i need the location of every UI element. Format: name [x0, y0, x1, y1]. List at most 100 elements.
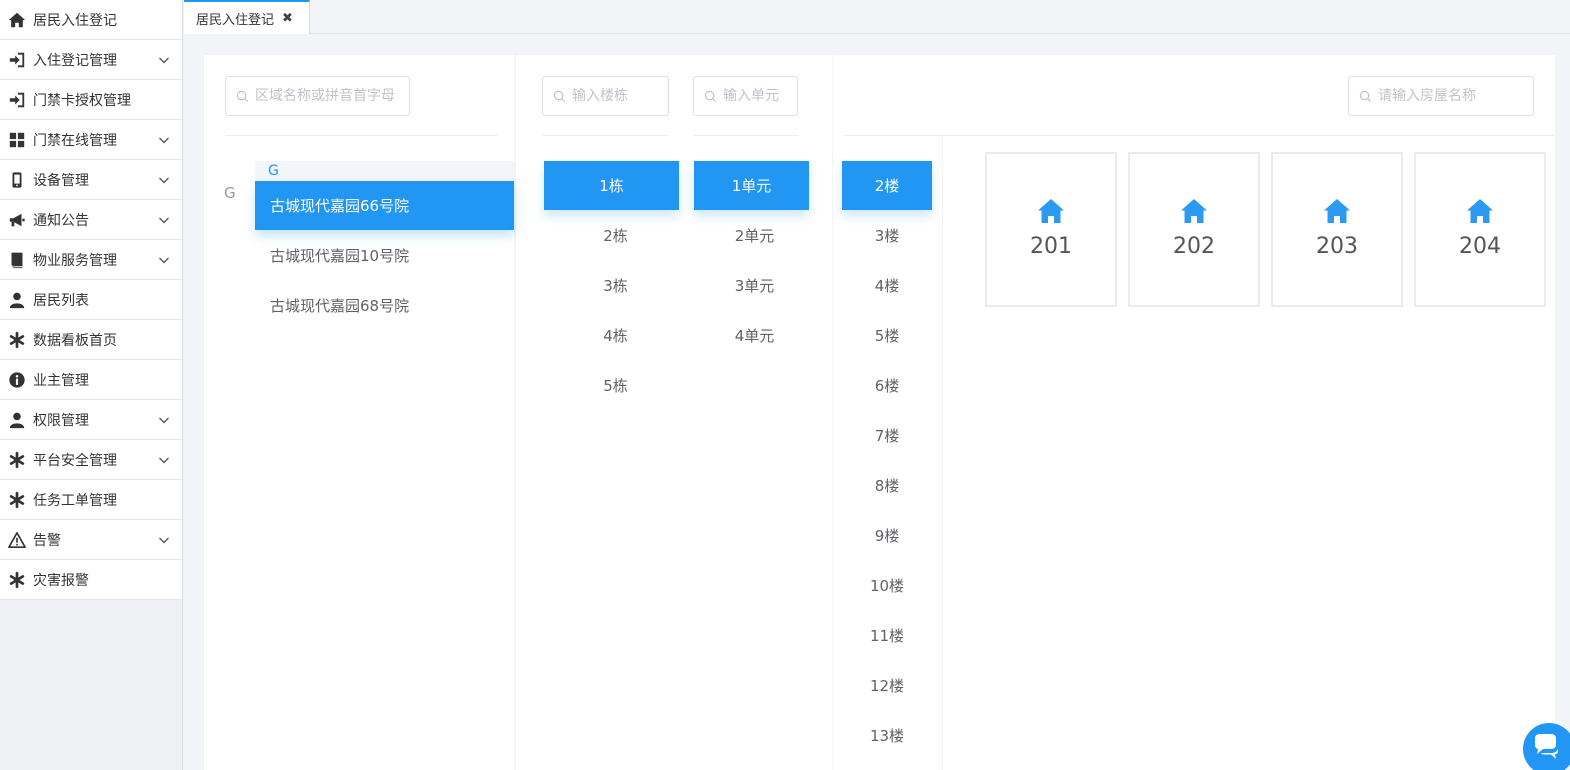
floor-item[interactable]: 6楼	[842, 361, 932, 410]
floor-item[interactable]: 13楼	[842, 711, 932, 760]
sidebar-item-label: 通知公告	[33, 212, 89, 229]
chat-button[interactable]	[1523, 723, 1570, 770]
unit-item[interactable]: 4单元	[694, 311, 815, 360]
floor-item[interactable]: 9楼	[842, 511, 932, 560]
chevron-down-icon	[159, 57, 169, 63]
sidebar-item-alarm[interactable]: 告警	[0, 520, 182, 560]
sidebar-item-owner[interactable]: 业主管理	[0, 360, 182, 400]
unit-item-selected[interactable]: 1单元	[694, 161, 809, 210]
sidebar-item-label: 物业服务管理	[33, 252, 117, 269]
sidebar-item-label: 数据看板首页	[33, 332, 117, 349]
sidebar-item-label: 任务工单管理	[33, 492, 117, 509]
area-group-header: G	[255, 161, 514, 181]
floor-item[interactable]: 4楼	[842, 261, 932, 310]
room-card[interactable]: 201	[985, 152, 1117, 307]
sidebar-item-property-service[interactable]: 物业服务管理	[0, 240, 182, 280]
tab-bar: 居民入住登记 ✖	[184, 0, 1570, 34]
sidebar-item-label: 门禁在线管理	[33, 132, 117, 149]
chevron-down-icon	[159, 177, 169, 183]
asterisk-icon	[7, 570, 27, 590]
room-card[interactable]: 202	[1128, 152, 1260, 307]
bullhorn-icon	[7, 210, 27, 230]
sidebar-item-disaster-alarm[interactable]: 灾害报警	[0, 560, 182, 600]
floor-item[interactable]: 5楼	[842, 311, 932, 360]
building-search-field[interactable]	[572, 88, 668, 104]
room-search-field[interactable]	[1378, 88, 1533, 104]
sign-in-icon	[7, 50, 27, 70]
tab-label: 居民入住登记	[196, 12, 275, 28]
room-number: 201	[1030, 234, 1072, 259]
sidebar-item-device[interactable]: 设备管理	[0, 160, 182, 200]
chevron-down-icon	[159, 137, 169, 143]
sidebar-item-access-online[interactable]: 门禁在线管理	[0, 120, 182, 160]
unit-item[interactable]: 2单元	[694, 211, 815, 260]
sidebar-item-notice[interactable]: 通知公告	[0, 200, 182, 240]
sidebar-item-label: 告警	[33, 532, 61, 549]
tab-resident-checkin[interactable]: 居民入住登记 ✖	[184, 0, 310, 34]
sidebar-item-label: 设备管理	[33, 172, 89, 189]
room-card[interactable]: 204	[1414, 152, 1546, 307]
area-item[interactable]: 古城现代嘉园68号院	[255, 281, 514, 330]
house-icon	[1038, 199, 1064, 223]
building-item[interactable]: 2栋	[544, 211, 687, 260]
grid-icon	[7, 130, 27, 150]
chat-icon	[1535, 734, 1558, 759]
chevron-down-icon	[159, 257, 169, 263]
sidebar-item-permission[interactable]: 权限管理	[0, 400, 182, 440]
floor-item[interactable]: 11楼	[842, 611, 932, 660]
building-item-selected[interactable]: 1栋	[544, 161, 679, 210]
area-divider	[225, 135, 498, 136]
floor-item[interactable]: 10楼	[842, 561, 932, 610]
sidebar-item-checkin-management[interactable]: 入住登记管理	[0, 40, 182, 80]
floor-item[interactable]: 12楼	[842, 661, 932, 710]
unit-search-input[interactable]	[693, 76, 798, 116]
house-icon	[1181, 199, 1207, 223]
building-item[interactable]: 4栋	[544, 311, 687, 360]
asterisk-icon	[7, 490, 27, 510]
sidebar-item-label: 入住登记管理	[33, 52, 117, 69]
user-icon	[7, 410, 27, 430]
sidebar-item-label: 平台安全管理	[33, 452, 117, 469]
sidebar-item-label: 权限管理	[33, 412, 89, 429]
house-icon	[1324, 199, 1350, 223]
sidebar-item-resident-checkin[interactable]: 居民入住登记	[0, 0, 182, 40]
floor-item[interactable]: 3楼	[842, 211, 932, 260]
chevron-down-icon	[159, 457, 169, 463]
room-card[interactable]: 203	[1271, 152, 1403, 307]
search-icon	[236, 90, 249, 102]
building-item[interactable]: 3栋	[544, 261, 687, 310]
sidebar-item-resident-list[interactable]: 居民列表	[0, 280, 182, 320]
house-icon	[1467, 199, 1493, 223]
sidebar-item-access-card[interactable]: 门禁卡授权管理	[0, 80, 182, 120]
asterisk-icon	[7, 330, 27, 350]
room-number: 203	[1316, 234, 1358, 259]
area-index-letter[interactable]: G	[224, 184, 236, 202]
asterisk-icon	[7, 450, 27, 470]
floor-item-selected[interactable]: 2楼	[842, 161, 932, 210]
area-search-input[interactable]	[225, 76, 410, 116]
room-search-input[interactable]	[1348, 76, 1534, 116]
rooms-divider	[843, 135, 1555, 136]
floor-item[interactable]: 7楼	[842, 411, 932, 460]
unit-item[interactable]: 3单元	[694, 261, 815, 310]
user-icon	[7, 290, 27, 310]
sidebar-item-dashboard[interactable]: 数据看板首页	[0, 320, 182, 360]
sidebar-item-platform-security[interactable]: 平台安全管理	[0, 440, 182, 480]
book-icon	[7, 250, 27, 270]
building-item[interactable]: 5栋	[544, 361, 687, 410]
building-search-input[interactable]	[542, 76, 669, 116]
sidebar-item-label: 居民入住登记	[33, 12, 117, 29]
sidebar-item-work-order[interactable]: 任务工单管理	[0, 480, 182, 520]
area-item-selected[interactable]: 古城现代嘉园66号院	[255, 181, 514, 230]
unit-search-field[interactable]	[723, 88, 797, 104]
mobile-icon	[7, 170, 27, 190]
sidebar-item-label: 居民列表	[33, 292, 89, 309]
sidebar-item-label: 业主管理	[33, 372, 89, 389]
room-number: 204	[1459, 234, 1501, 259]
sidebar-item-label: 灾害报警	[33, 572, 89, 589]
area-item[interactable]: 古城现代嘉园10号院	[255, 231, 514, 280]
area-search-field[interactable]	[255, 88, 409, 104]
floor-item[interactable]: 8楼	[842, 461, 932, 510]
search-icon	[553, 90, 566, 102]
close-icon[interactable]: ✖	[282, 11, 293, 26]
